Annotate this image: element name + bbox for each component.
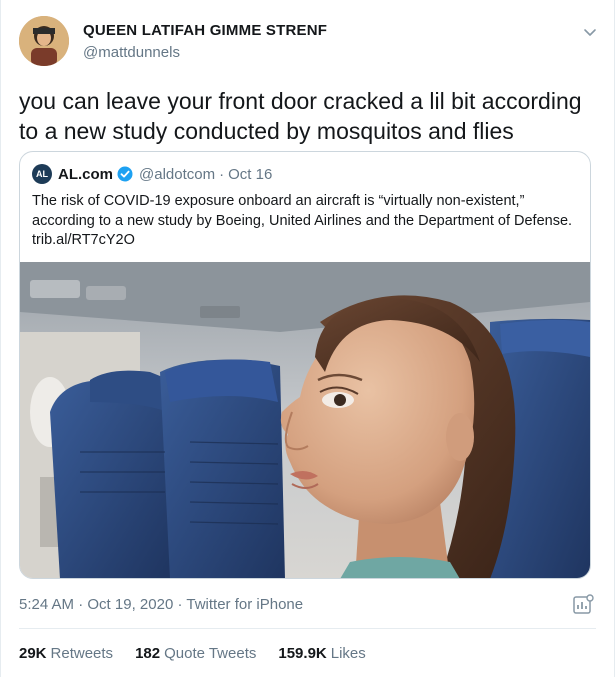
author-name[interactable]: QUEEN LATIFAH GIMME STRENF <box>83 22 327 39</box>
retweets-label: Retweets <box>50 645 114 662</box>
likes-stat[interactable]: 159.9K Likes <box>278 645 365 662</box>
analytics-icon[interactable] <box>572 594 594 616</box>
chevron-down-icon[interactable] <box>582 24 598 40</box>
separator-dot: · <box>177 596 183 613</box>
retweets-stat[interactable]: 29K Retweets <box>19 645 113 662</box>
tweet-card: QUEEN LATIFAH GIMME STRENF @mattdunnels … <box>0 0 615 677</box>
quote-tweets-count: 182 <box>135 645 161 662</box>
author-handle[interactable]: @mattdunnels <box>83 44 180 61</box>
quoted-author-avatar[interactable]: AL <box>32 164 52 184</box>
tweet-text: you can leave your front door cracked a … <box>19 88 582 144</box>
tweet-date[interactable]: Oct 19, 2020 <box>87 596 173 613</box>
quoted-tweet-date[interactable]: Oct 16 <box>228 166 272 183</box>
quoted-author-name[interactable]: AL.com <box>58 166 113 183</box>
separator-dot: · <box>78 596 84 613</box>
quoted-author-handle[interactable]: @aldotcom <box>139 166 215 183</box>
quote-tweets-label: Quote Tweets <box>164 645 257 662</box>
quoted-tweet-header: AL AL.com @aldotcom · Oct 16 <box>32 164 272 184</box>
separator-dot: · <box>219 165 225 183</box>
quoted-tweet-text: The risk of COVID-19 exposure onboard an… <box>32 193 573 248</box>
tweet-time[interactable]: 5:24 AM <box>19 596 74 613</box>
quoted-tweet[interactable]: AL AL.com @aldotcom · Oct 16 The risk of… <box>19 151 591 579</box>
retweets-count: 29K <box>19 645 47 662</box>
verified-badge-icon <box>117 166 133 182</box>
tweet-source[interactable]: Twitter for iPhone <box>186 596 303 613</box>
likes-label: Likes <box>330 645 366 662</box>
likes-count: 159.9K <box>278 645 327 662</box>
engagement-stats: 29K Retweets 182 Quote Tweets 159.9K Likes <box>19 645 366 662</box>
author-avatar[interactable] <box>19 16 69 66</box>
mannequin-on-airplane-photo[interactable] <box>20 262 590 579</box>
tweet-meta: 5:24 AM · Oct 19, 2020 · Twitter for iPh… <box>19 596 303 613</box>
divider <box>19 628 596 629</box>
quote-tweets-stat[interactable]: 182 Quote Tweets <box>135 645 256 662</box>
